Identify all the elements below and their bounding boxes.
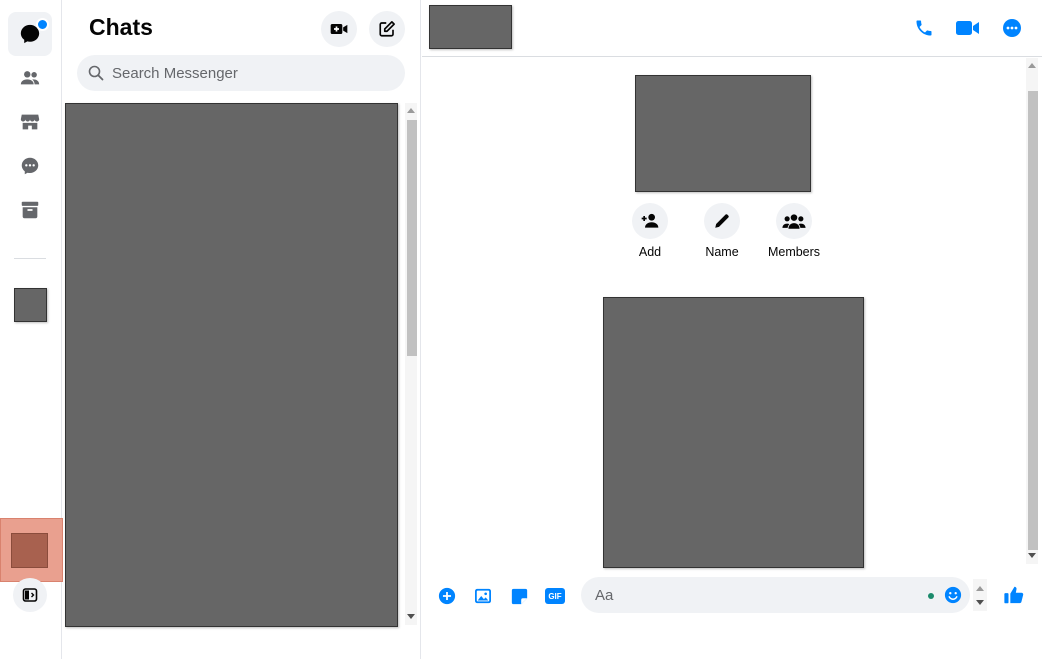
status-dot — [928, 593, 934, 599]
name-label: Name — [705, 245, 739, 259]
archive-icon — [21, 201, 39, 219]
image-icon — [475, 588, 491, 604]
message-content — [603, 297, 864, 568]
gif-icon: GIF — [545, 588, 565, 604]
conversation-panel: Add Name Members GIF — [422, 0, 1042, 659]
emoji-icon — [944, 586, 962, 604]
add-person-icon — [641, 213, 659, 228]
rail-archive-button[interactable] — [8, 188, 52, 232]
rail-divider — [14, 258, 46, 259]
rail-people-button[interactable] — [8, 56, 52, 100]
members-label: Members — [767, 245, 821, 259]
scrollbar-thumb[interactable] — [407, 120, 417, 356]
conversation-scrollbar[interactable] — [1026, 58, 1038, 564]
audio-call-button[interactable] — [910, 14, 938, 42]
thumbs-up-icon — [1004, 586, 1024, 604]
conversation-info-button[interactable] — [998, 14, 1026, 42]
plus-circle-icon — [438, 587, 456, 605]
group-photo — [635, 75, 811, 192]
chats-title: Chats — [89, 14, 153, 40]
new-message-button[interactable] — [369, 11, 405, 47]
phone-icon — [916, 20, 932, 36]
conv-scrollbar-thumb[interactable] — [1028, 91, 1038, 550]
send-like-button[interactable] — [1002, 583, 1026, 607]
new-room-button[interactable] — [321, 11, 357, 47]
more-options-icon — [1003, 19, 1021, 37]
gif-button[interactable]: GIF — [544, 585, 566, 607]
composer-up-arrow[interactable] — [976, 586, 984, 591]
composer-spin-buttons[interactable] — [973, 579, 987, 611]
chat-list-scrollbar[interactable] — [405, 103, 417, 625]
conversation-header — [422, 0, 1042, 57]
scroll-down-arrow[interactable] — [407, 614, 415, 619]
conv-scroll-up-arrow[interactable] — [1028, 63, 1036, 68]
add-people-button[interactable] — [632, 203, 668, 239]
conv-scroll-down-arrow[interactable] — [1028, 553, 1036, 558]
scroll-up-arrow[interactable] — [407, 108, 415, 113]
video-plus-icon — [330, 24, 348, 34]
name-button[interactable] — [704, 203, 740, 239]
left-rail — [0, 0, 63, 659]
profile-avatar — [11, 533, 48, 568]
people-icon — [20, 71, 40, 85]
attach-photo-button[interactable] — [472, 585, 494, 607]
more-actions-button[interactable] — [436, 585, 458, 607]
compose-icon — [379, 21, 395, 37]
video-call-button[interactable] — [954, 14, 982, 42]
members-icon — [782, 214, 806, 229]
add-people-action[interactable]: Add — [615, 203, 685, 259]
unread-dot — [36, 18, 49, 31]
sticker-icon — [511, 588, 527, 604]
name-action[interactable]: Name — [687, 203, 757, 259]
pencil-icon — [715, 214, 729, 228]
add-label: Add — [638, 245, 662, 259]
chat-list[interactable] — [65, 103, 398, 627]
members-button[interactable] — [776, 203, 812, 239]
community-avatar[interactable] — [14, 288, 47, 322]
search-icon — [88, 65, 104, 81]
rail-marketplace-button[interactable] — [8, 100, 52, 144]
video-camera-icon — [956, 21, 979, 35]
composer-down-arrow[interactable] — [976, 600, 984, 605]
gif-label: GIF — [548, 591, 562, 601]
collapse-sidebar-button[interactable] — [13, 578, 47, 612]
emoji-button[interactable] — [944, 586, 962, 604]
rail-requests-button[interactable] — [8, 144, 52, 188]
sidebar-toggle-icon — [22, 588, 38, 602]
conversation-avatar[interactable] — [429, 5, 512, 49]
store-icon — [20, 114, 40, 130]
members-action[interactable]: Members — [759, 203, 829, 259]
message-input[interactable] — [593, 586, 917, 605]
message-requests-icon — [21, 157, 39, 175]
sticker-button[interactable] — [508, 585, 530, 607]
search-bar[interactable] — [77, 55, 405, 91]
rail-chats-button[interactable] — [8, 12, 52, 56]
profile-avatar-button[interactable] — [0, 518, 63, 582]
search-input[interactable] — [110, 63, 394, 83]
message-box[interactable] — [581, 577, 970, 613]
chats-panel: Chats — [62, 0, 421, 659]
